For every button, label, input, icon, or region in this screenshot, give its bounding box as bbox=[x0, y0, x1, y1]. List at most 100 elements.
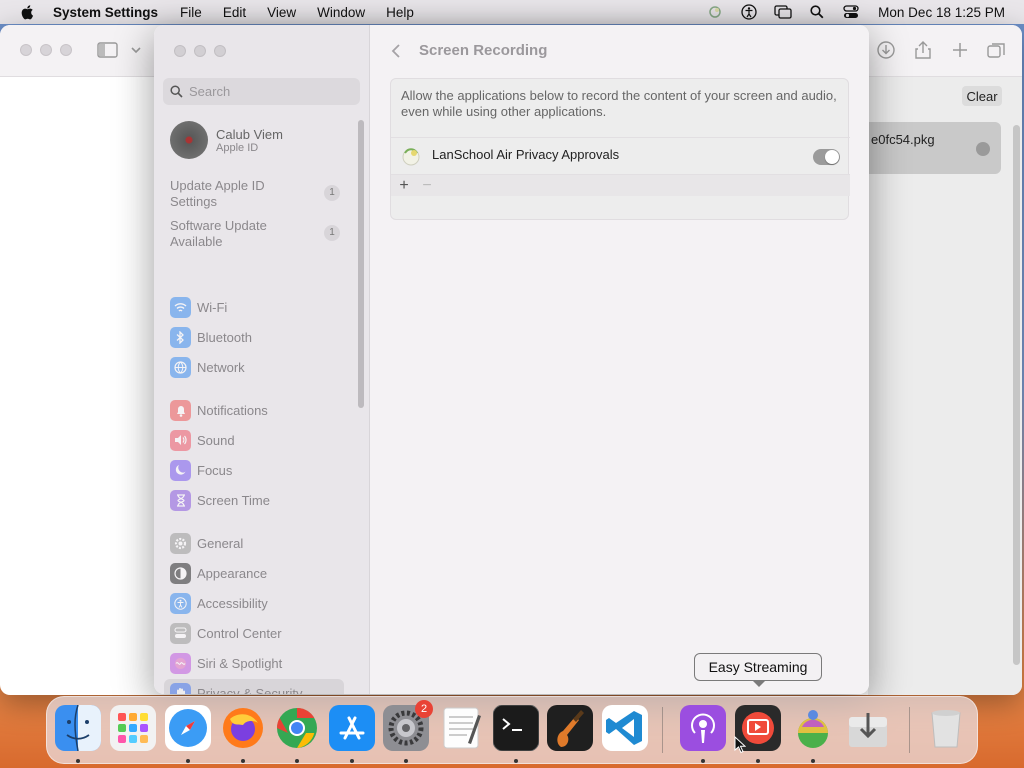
notice-label: Software Update Available bbox=[170, 218, 267, 249]
sidebar-item-wi-fi[interactable]: Wi-Fi bbox=[164, 293, 344, 321]
tab-overview-icon[interactable] bbox=[986, 39, 1008, 61]
menu-view[interactable]: View bbox=[267, 5, 296, 20]
appearance-icon bbox=[170, 562, 191, 584]
sidebar-item-label: Appearance bbox=[197, 565, 268, 581]
sidebar-item-label: Notifications bbox=[197, 402, 268, 418]
share-icon[interactable] bbox=[912, 39, 934, 61]
sidebar-item-label: Focus bbox=[197, 462, 233, 478]
sidebar-item-focus[interactable]: Focus bbox=[164, 456, 344, 484]
notice-badge: 1 bbox=[324, 225, 340, 241]
account-subtitle: Apple ID bbox=[216, 141, 259, 154]
textedit-icon[interactable] bbox=[438, 705, 484, 751]
background-scrollbar[interactable] bbox=[1013, 125, 1020, 665]
sidebar-item-control-center[interactable]: Control Center bbox=[164, 619, 344, 647]
garageband-icon[interactable] bbox=[547, 705, 593, 751]
back-chevron-icon[interactable] bbox=[389, 42, 403, 60]
close-button[interactable] bbox=[174, 45, 186, 57]
search-field[interactable] bbox=[163, 78, 360, 105]
sidebar-scrollbar[interactable] bbox=[358, 120, 364, 408]
menu-app-name[interactable]: System Settings bbox=[53, 5, 158, 20]
avatar bbox=[170, 121, 208, 159]
new-tab-icon[interactable] bbox=[949, 39, 971, 61]
bell-icon bbox=[170, 399, 191, 421]
downloads-icon[interactable] bbox=[845, 705, 891, 751]
chrome-icon[interactable] bbox=[274, 705, 320, 751]
clear-downloads-button[interactable]: Clear bbox=[962, 86, 1002, 106]
sidebar-item-label: Accessibility bbox=[197, 595, 268, 611]
system-settings-icon[interactable]: 2 bbox=[383, 700, 433, 751]
close-button[interactable] bbox=[20, 44, 32, 56]
app-store-icon[interactable] bbox=[329, 705, 375, 751]
spotlight-search-icon[interactable] bbox=[808, 4, 826, 20]
apple-id-account[interactable]: Calub Viem Apple ID bbox=[170, 120, 350, 160]
accessibility-icon bbox=[170, 592, 191, 614]
tooltip-arrow bbox=[752, 680, 766, 687]
sidebar-item-label: Sound bbox=[197, 432, 235, 448]
running-indicator bbox=[350, 759, 354, 763]
sidebar-item-label: Network bbox=[197, 359, 245, 375]
menu-file[interactable]: File bbox=[180, 5, 202, 20]
notice-update-apple-id[interactable]: Update Apple ID Settings 1 bbox=[170, 178, 340, 210]
menu-bar: System Settings File Edit View Window He… bbox=[0, 0, 1024, 24]
sidebar-item-network[interactable]: Network bbox=[164, 353, 344, 381]
sidebar-item-general[interactable]: General bbox=[164, 529, 344, 557]
menu-edit[interactable]: Edit bbox=[223, 5, 246, 20]
list-item: LanSchool Air Privacy Approvals bbox=[391, 137, 850, 173]
control-center-icon[interactable] bbox=[842, 4, 860, 20]
zoom-button[interactable] bbox=[214, 45, 226, 57]
sidebar-item-accessibility[interactable]: Accessibility bbox=[164, 589, 344, 617]
sidebar-item-screen-time[interactable]: Screen Time bbox=[164, 486, 344, 514]
show-in-finder-icon[interactable] bbox=[976, 142, 990, 156]
running-indicator bbox=[756, 759, 760, 763]
sidebar-item-label: Siri & Spotlight bbox=[197, 655, 283, 671]
minimize-button[interactable] bbox=[194, 45, 206, 57]
sidebar-item-privacy-security[interactable]: Privacy & Security bbox=[164, 679, 344, 694]
sidebar-item-label: Bluetooth bbox=[197, 329, 252, 345]
remove-app-button[interactable]: − bbox=[419, 175, 435, 197]
podcasts-icon[interactable] bbox=[680, 705, 726, 751]
settings-sidebar: Calub Viem Apple ID Update Apple ID Sett… bbox=[154, 25, 370, 694]
system-settings-window: Calub Viem Apple ID Update Apple ID Sett… bbox=[154, 25, 869, 694]
running-indicator bbox=[701, 759, 705, 763]
siri-app-icon[interactable] bbox=[790, 705, 836, 751]
minimize-button[interactable] bbox=[40, 44, 52, 56]
sidebar-toggle-icon[interactable] bbox=[97, 41, 119, 59]
sidebar-item-label: Control Center bbox=[197, 625, 282, 641]
accessibility-status-icon[interactable] bbox=[740, 4, 758, 20]
wifi-icon bbox=[170, 296, 191, 318]
search-input[interactable] bbox=[189, 84, 349, 99]
screen-mirroring-icon[interactable] bbox=[774, 4, 792, 20]
lanschool-app-icon bbox=[402, 148, 420, 166]
app-name: LanSchool Air Privacy Approvals bbox=[432, 147, 620, 162]
zoom-button[interactable] bbox=[60, 44, 72, 56]
sidebar-item-appearance[interactable]: Appearance bbox=[164, 559, 344, 587]
sidebar-item-label: Wi-Fi bbox=[197, 299, 228, 315]
screen-recording-toggle[interactable] bbox=[813, 149, 840, 165]
vscode-icon[interactable] bbox=[602, 705, 648, 751]
chevron-down-icon[interactable] bbox=[130, 44, 142, 56]
finder-icon[interactable] bbox=[55, 705, 101, 751]
download-filename: e0fc54.pkg bbox=[871, 132, 935, 147]
sidebar-item-sound[interactable]: Sound bbox=[164, 426, 344, 454]
menu-window[interactable]: Window bbox=[317, 5, 365, 20]
launchpad-icon[interactable] bbox=[110, 705, 156, 751]
moon-icon bbox=[170, 459, 191, 481]
menu-help[interactable]: Help bbox=[386, 5, 414, 20]
download-icon[interactable] bbox=[875, 39, 897, 61]
running-indicator bbox=[404, 759, 408, 763]
sidebar-item-label: Privacy & Security bbox=[197, 685, 303, 695]
sidebar-item-bluetooth[interactable]: Bluetooth bbox=[164, 323, 344, 351]
siri-icon bbox=[170, 652, 191, 674]
download-item[interactable]: e0fc54.pkg bbox=[868, 122, 1001, 174]
notice-software-update[interactable]: Software Update Available 1 bbox=[170, 218, 340, 250]
trash-icon[interactable] bbox=[923, 705, 969, 751]
safari-icon[interactable] bbox=[165, 705, 211, 751]
add-app-button[interactable]: + bbox=[396, 175, 412, 197]
firefox-icon[interactable] bbox=[220, 705, 266, 751]
apple-logo-icon[interactable] bbox=[20, 4, 36, 20]
sidebar-item-notifications[interactable]: Notifications bbox=[164, 396, 344, 424]
lanschool-status-icon[interactable] bbox=[706, 4, 724, 20]
menubar-clock[interactable]: Mon Dec 18 1:25 PM bbox=[878, 5, 1005, 20]
terminal-icon[interactable] bbox=[493, 705, 539, 751]
sidebar-item-siri-spotlight[interactable]: Siri & Spotlight bbox=[164, 649, 344, 677]
